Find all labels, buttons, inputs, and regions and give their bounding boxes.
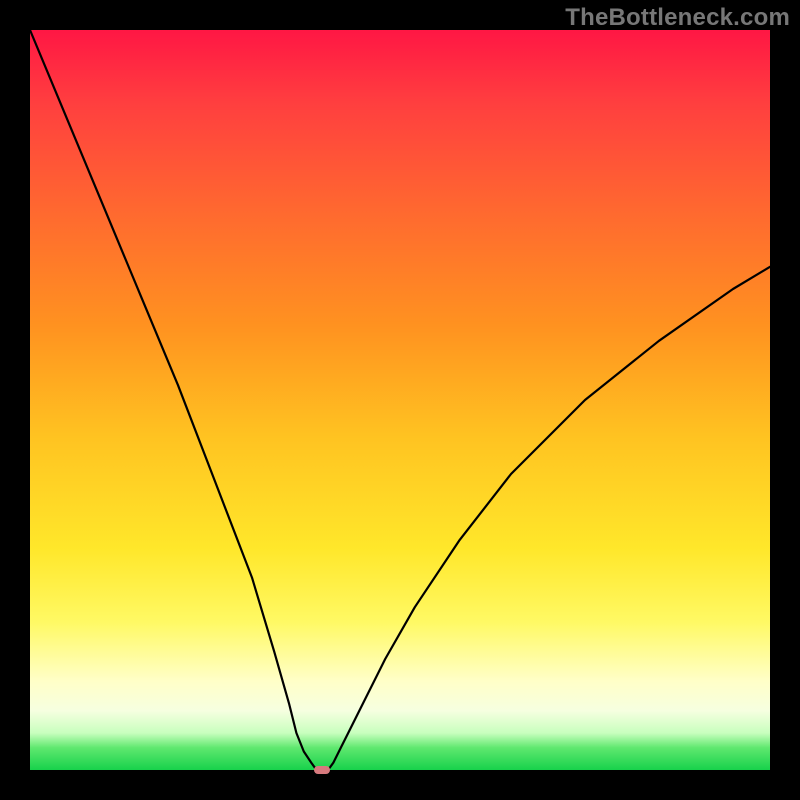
bottleneck-curve <box>30 30 770 770</box>
minimum-marker <box>314 766 330 775</box>
curve-left-branch <box>30 30 315 768</box>
plot-area <box>30 30 770 770</box>
chart-frame: TheBottleneck.com <box>0 0 800 800</box>
watermark-text: TheBottleneck.com <box>565 4 790 32</box>
curve-right-branch <box>330 267 770 768</box>
